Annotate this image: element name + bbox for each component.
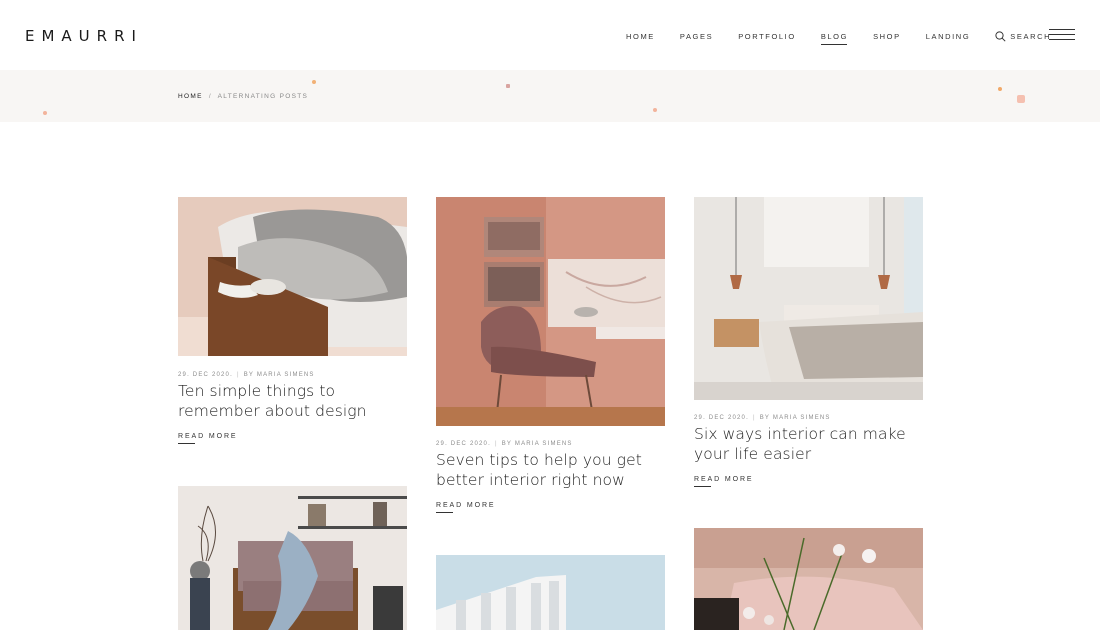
read-more-link[interactable]: READ MORE <box>694 476 754 487</box>
read-more-link[interactable]: READ MORE <box>436 502 496 513</box>
nav-item-pages[interactable]: PAGES <box>680 32 713 41</box>
breadcrumb-home[interactable]: HOME <box>178 93 203 100</box>
post-thumbnail[interactable] <box>436 197 665 426</box>
nav-item-shop[interactable]: SHOP <box>873 32 901 41</box>
nav-item-landing[interactable]: LANDING <box>926 32 971 41</box>
search-icon <box>995 31 1006 42</box>
post-image-building <box>436 555 665 630</box>
decorative-dot <box>998 87 1002 91</box>
post-title[interactable]: Six ways interior can make your life eas… <box>694 425 929 464</box>
hamburger-icon <box>1049 29 1075 30</box>
post-card <box>694 528 923 630</box>
main-nav: HOME PAGES PORTFOLIO BLOG SHOP LANDING S… <box>626 31 1051 45</box>
post-thumbnail[interactable] <box>694 197 923 400</box>
post-date[interactable]: 29. DEC 2020. <box>178 372 233 378</box>
post-image-living-room <box>178 486 407 630</box>
nav-item-blog[interactable]: BLOG <box>820 32 848 45</box>
post-meta: 29. DEC 2020. | BY MARIA SIMENS <box>178 372 315 378</box>
read-more-link[interactable]: READ MORE <box>178 433 238 444</box>
post-image-armchair <box>178 197 407 356</box>
decorative-dot <box>653 108 657 112</box>
site-logo[interactable]: EMAURRI <box>25 27 143 45</box>
post-card: 29. DEC 2020. | BY MARIA SIMENS Seven tips… <box>436 197 665 527</box>
post-thumbnail[interactable] <box>178 486 407 630</box>
decorative-dot <box>506 84 510 88</box>
post-image-kitchen-chair <box>436 197 665 426</box>
post-thumbnail[interactable] <box>436 555 665 630</box>
search-label: SEARCH <box>1010 32 1052 41</box>
nav-item-portfolio[interactable]: PORTFOLIO <box>738 32 796 41</box>
breadcrumb: HOME / ALTERNATING POSTS <box>178 93 308 100</box>
breadcrumb-current: ALTERNATING POSTS <box>217 93 309 100</box>
post-title[interactable]: Seven tips to help you get better interi… <box>436 451 671 490</box>
post-image-flowers <box>694 528 923 630</box>
post-date[interactable]: 29. DEC 2020. <box>694 415 749 421</box>
post-card: 29. DEC 2020. | BY MARIA SIMENS Six ways i… <box>694 197 923 497</box>
decorative-dot <box>43 111 47 115</box>
decorative-dot <box>312 80 316 84</box>
decorative-dot <box>1017 95 1025 103</box>
post-thumbnail[interactable] <box>694 528 923 630</box>
post-date[interactable]: 29. DEC 2020. <box>436 441 491 447</box>
post-author[interactable]: BY MARIA SIMENS <box>760 415 831 421</box>
post-meta: 29. DEC 2020. | BY MARIA SIMENS <box>436 441 573 447</box>
breadcrumb-separator: / <box>208 93 212 100</box>
post-card: 29. DEC 2020. | BY MARIA SIMENS Ten simple… <box>178 197 407 457</box>
post-meta: 29. DEC 2020. | BY MARIA SIMENS <box>694 415 831 421</box>
nav-item-home[interactable]: HOME <box>626 32 655 41</box>
post-author[interactable]: BY MARIA SIMENS <box>502 441 573 447</box>
search-button[interactable]: SEARCH <box>995 31 1051 42</box>
post-card <box>436 555 665 630</box>
post-title[interactable]: Ten simple things to remember about desi… <box>178 382 413 421</box>
breadcrumb-band: HOME / ALTERNATING POSTS <box>0 70 1100 122</box>
post-thumbnail[interactable] <box>178 197 407 356</box>
site-header: EMAURRI HOME PAGES PORTFOLIO BLOG SHOP L… <box>0 0 1100 70</box>
post-image-bedroom <box>694 197 923 400</box>
post-card <box>178 486 407 630</box>
post-author[interactable]: BY MARIA SIMENS <box>244 372 315 378</box>
menu-toggle-button[interactable] <box>1049 29 1075 41</box>
